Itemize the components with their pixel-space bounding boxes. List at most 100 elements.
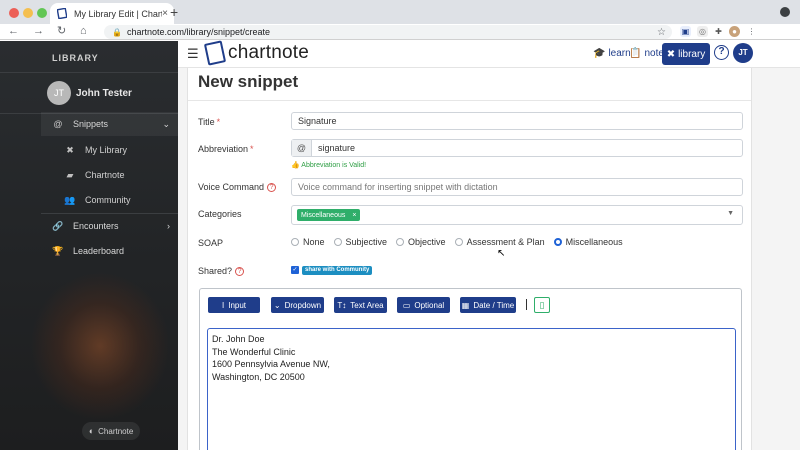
voice-command-input[interactable]: Voice command for inserting snippet with… bbox=[291, 178, 743, 196]
tab-close-icon[interactable]: × bbox=[162, 8, 168, 19]
divider bbox=[188, 100, 751, 101]
radio-button[interactable] bbox=[454, 238, 463, 246]
reload-icon[interactable]: ↻ bbox=[57, 24, 66, 39]
library-button[interactable]: ✖ library bbox=[662, 43, 710, 65]
snippet-content-textarea[interactable]: Dr. John Doe The Wonderful Clinic 1600 P… bbox=[207, 328, 736, 450]
main-content: New snippet Title * Signature Abbreviatio… bbox=[178, 68, 800, 450]
back-icon[interactable]: ← bbox=[8, 24, 19, 39]
insert-input-button[interactable]: I Input bbox=[208, 297, 260, 313]
title-input[interactable]: Signature bbox=[291, 112, 743, 130]
browser-tabstrip: My Library Edit | Chartnote × + bbox=[0, 0, 800, 24]
thumbs-up-icon: 👍 bbox=[291, 162, 302, 169]
soap-option-assessment-plan[interactable]: Assessment & Plan bbox=[454, 237, 545, 247]
sidebar-item-my-library[interactable]: ✖ My Library bbox=[41, 138, 178, 162]
profile-avatar-icon[interactable]: ● bbox=[729, 26, 740, 37]
forward-icon[interactable]: → bbox=[33, 24, 44, 39]
divider bbox=[0, 72, 178, 73]
chartnote-logo[interactable]: chartnote bbox=[203, 40, 309, 66]
voice-command-label: Voice Command? bbox=[198, 182, 277, 193]
sidebar-item-community[interactable]: 👥 Community bbox=[41, 188, 178, 212]
sidebar-item-encounters[interactable]: 🔗 Encounters › bbox=[41, 214, 178, 238]
at-prefix: @ bbox=[292, 140, 312, 156]
extension-icon[interactable]: ◎ bbox=[697, 26, 708, 37]
url-text: chartnote.com/library/snippet/create bbox=[126, 27, 271, 37]
learn-link[interactable]: 🎓 learn bbox=[593, 48, 631, 59]
radio-button[interactable] bbox=[396, 238, 405, 246]
categories-label: Categories bbox=[198, 209, 242, 219]
home-icon[interactable]: ⌂ bbox=[80, 24, 87, 39]
help-icon[interactable]: ? bbox=[267, 183, 277, 193]
sidebar: LIBRARY JT John Tester @ Snippets ⌄ ✖ My… bbox=[0, 41, 178, 450]
shared-label: Shared?? bbox=[198, 266, 245, 277]
content-line: The Wonderful Clinic bbox=[212, 346, 296, 357]
abbreviation-value: signature bbox=[318, 143, 356, 153]
snippet-form-card: New snippet Title * Signature Abbreviatio… bbox=[187, 68, 752, 450]
radio-button[interactable] bbox=[333, 238, 342, 246]
sidebar-item-chartnote[interactable]: ▰ Chartnote bbox=[41, 163, 178, 187]
browser-tab[interactable]: My Library Edit | Chartnote × bbox=[50, 3, 174, 24]
close-window-button[interactable] bbox=[9, 8, 19, 18]
sidebar-item-leaderboard[interactable]: 🏆 Leaderboard bbox=[41, 239, 178, 263]
soap-option-none[interactable]: None bbox=[291, 237, 325, 247]
chevron-right-icon: › bbox=[167, 221, 170, 231]
bookmark-star-icon[interactable]: ☆ bbox=[657, 27, 666, 38]
hamburger-menu-icon[interactable]: ☰ bbox=[187, 46, 199, 62]
content-line: Washington, DC 20500 bbox=[212, 371, 305, 382]
new-tab-button[interactable]: + bbox=[170, 4, 178, 20]
remove-tag-icon[interactable]: × bbox=[352, 212, 356, 219]
more-menu-icon[interactable]: ⋮ bbox=[746, 26, 757, 37]
learn-label: learn bbox=[608, 48, 631, 59]
avatar: JT bbox=[47, 81, 71, 105]
browser-menu-icon[interactable] bbox=[780, 7, 790, 17]
minimize-window-button[interactable] bbox=[23, 8, 33, 18]
book-icon: ▰ bbox=[66, 169, 74, 180]
mouse-pointer-icon: ↖ bbox=[497, 248, 506, 259]
dropdown-caret-icon: ▼ bbox=[727, 210, 734, 217]
sidebar-item-snippets[interactable]: @ Snippets ⌄ bbox=[41, 112, 178, 136]
browser-toolbar: ← → ↻ ⌂ 🔒 chartnote.com/library/snippet/… bbox=[0, 24, 800, 40]
sidebar-heading: LIBRARY bbox=[52, 53, 99, 63]
clipboard-icon: 📋 bbox=[629, 48, 642, 59]
user-name: John Tester bbox=[76, 88, 132, 99]
text-cursor-icon: I bbox=[221, 300, 225, 310]
radio-button[interactable] bbox=[291, 238, 299, 246]
avatar[interactable]: JT bbox=[733, 43, 753, 63]
share-checkbox[interactable]: ✓ bbox=[291, 266, 299, 274]
address-bar[interactable]: 🔒 chartnote.com/library/snippet/create ☆ bbox=[104, 25, 672, 39]
tab-title: My Library Edit | Chartnote bbox=[74, 8, 162, 19]
tools-icon: ✖ bbox=[666, 48, 676, 60]
soap-option-objective[interactable]: Objective bbox=[396, 237, 446, 247]
help-icon[interactable]: ? bbox=[714, 45, 729, 60]
abbreviation-label: Abbreviation * bbox=[198, 144, 254, 154]
soap-option-miscellaneous[interactable]: Miscellaneous bbox=[553, 237, 623, 247]
categories-select[interactable]: Miscellaneous × ▼ bbox=[291, 205, 743, 225]
library-label: library bbox=[678, 48, 706, 60]
chevron-down-icon: ⌄ bbox=[273, 300, 281, 310]
sidebar-item-label: Chartnote bbox=[85, 170, 125, 180]
validation-message: 👍 Abbreviation is Valid! bbox=[291, 162, 367, 169]
abbreviation-input[interactable]: @ signature bbox=[291, 139, 743, 157]
help-icon[interactable]: ? bbox=[235, 267, 245, 277]
radio-button-selected[interactable] bbox=[553, 238, 562, 246]
chevron-down-icon: ⌄ bbox=[162, 118, 170, 129]
chartnote-footer-button[interactable]: ◐ Chartnote bbox=[82, 422, 140, 440]
content-line: Dr. John Doe bbox=[212, 334, 265, 344]
note-link[interactable]: 📋 note bbox=[629, 48, 664, 59]
insert-text-area-button[interactable]: T↕ Text Area bbox=[334, 297, 387, 313]
footer-label: Chartnote bbox=[98, 426, 134, 436]
notebook-logo-icon bbox=[203, 40, 227, 66]
clipboard-icon[interactable]: ▯ bbox=[534, 297, 550, 313]
extension-icon[interactable]: ▣ bbox=[680, 26, 691, 37]
soap-option-subjective[interactable]: Subjective bbox=[333, 237, 387, 247]
puzzle-icon[interactable]: ✚ bbox=[713, 26, 724, 37]
chartnote-logo-icon: ◐ bbox=[88, 426, 95, 436]
sidebar-item-label: Community bbox=[85, 195, 131, 205]
insert-dropdown-button[interactable]: ⌄ Dropdown bbox=[271, 297, 324, 313]
trophy-icon: 🏆 bbox=[52, 245, 64, 256]
insert-optional-button[interactable]: ▭ Optional bbox=[397, 297, 450, 313]
page-title: New snippet bbox=[198, 72, 299, 91]
title-label: Title * bbox=[198, 117, 221, 127]
graduation-cap-icon: 🎓 bbox=[593, 48, 606, 59]
maximize-window-button[interactable] bbox=[37, 8, 47, 18]
insert-date-time-button[interactable]: ▦ Date / Time bbox=[460, 297, 516, 313]
